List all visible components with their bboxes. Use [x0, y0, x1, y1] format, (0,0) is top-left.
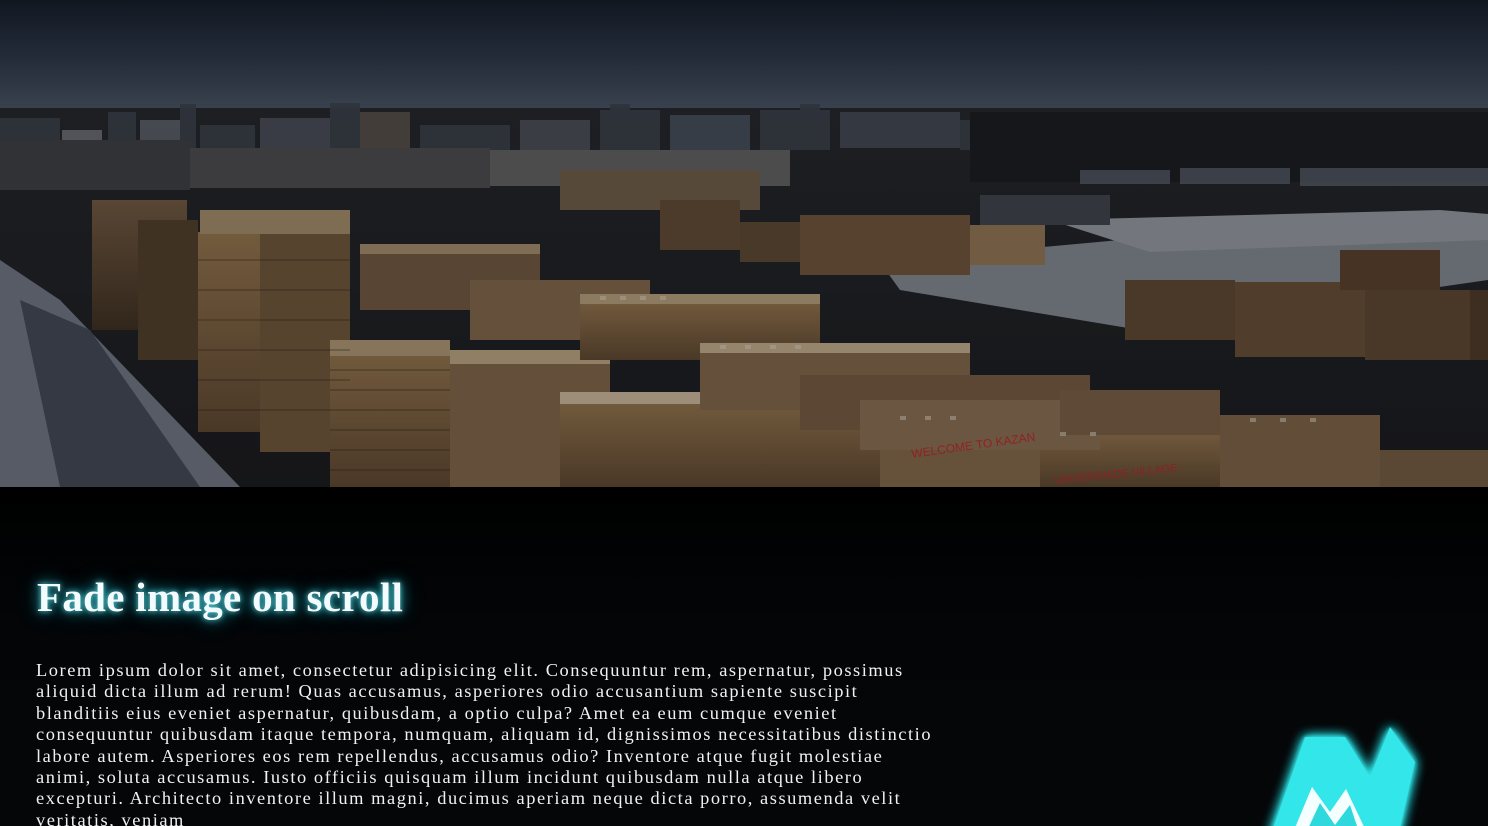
page-title: Fade image on scroll [37, 574, 404, 620]
hero-image: WELCOME TO KAZAN UNIVERSIADE VILLAGE [0, 0, 1488, 487]
neon-mountain-logo-icon [1250, 717, 1435, 826]
page: WELCOME TO KAZAN UNIVERSIADE VILLAGE Fad… [0, 0, 1488, 826]
content-section: Fade image on scroll Lorem ipsum dolor s… [0, 487, 1488, 826]
body-paragraph: Lorem ipsum dolor sit amet, consectetur … [36, 660, 933, 826]
